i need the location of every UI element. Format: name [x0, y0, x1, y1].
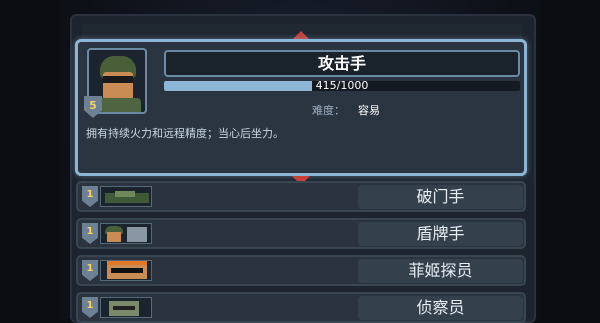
class-name: 菲姬探员 [358, 259, 523, 283]
class-row-agent-fiji[interactable]: 1 菲姬探员 [76, 255, 526, 286]
class-thumbnail [100, 260, 152, 281]
class-row-scout[interactable]: 1 侦察员 [76, 292, 526, 323]
level-badge: 1 [82, 223, 98, 244]
difficulty-label: 难度： [312, 104, 345, 117]
class-thumbnail [100, 297, 152, 318]
class-name: 盾牌手 [358, 222, 523, 246]
selected-class-card[interactable]: 5 攻击手 415/1000 难度： 容易 拥有持续火力和远程精度；当心后坐力。 [75, 39, 527, 176]
class-name: 侦察员 [358, 296, 523, 320]
level-badge: 1 [82, 186, 98, 207]
class-name: 破门手 [358, 185, 523, 209]
class-description: 拥有持续火力和远程精度；当心后坐力。 [86, 127, 284, 140]
xp-text: 415/1000 [315, 79, 369, 92]
level-badge: 1 [82, 260, 98, 281]
level-badge: 5 [84, 96, 102, 118]
class-row-breacher[interactable]: 1 破门手 [76, 181, 526, 212]
level-badge: 1 [82, 297, 98, 318]
class-row-shield[interactable]: 1 盾牌手 [76, 218, 526, 249]
difficulty-value: 容易 [358, 104, 380, 117]
class-thumbnail [100, 186, 152, 207]
class-thumbnail [100, 223, 152, 244]
class-title: 攻击手 [164, 50, 520, 77]
